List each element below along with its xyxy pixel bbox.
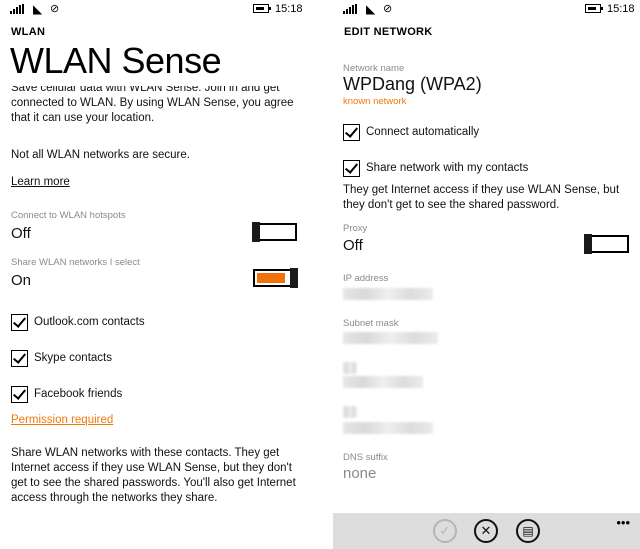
permission-required-link[interactable]: Permission required <box>11 414 113 426</box>
learn-more-link[interactable]: Learn more <box>11 176 70 188</box>
edit-network-screen: ◣ ⊘ 15:18 EDIT NETWORK Network name WPDa… <box>333 0 640 549</box>
clock: 15:18 <box>607 3 635 15</box>
dns-suffix-label: DNS suffix <box>343 452 388 463</box>
subnet-mask-field[interactable] <box>343 332 438 344</box>
page-title: WLAN Sense <box>10 40 222 81</box>
skype-contacts-checkbox[interactable] <box>11 350 28 367</box>
share-contacts-checkbox[interactable] <box>343 160 360 177</box>
redacted-field[interactable] <box>343 422 433 434</box>
toggle-knob <box>584 234 592 254</box>
warning-text: Not all WLAN networks are secure. <box>11 149 190 161</box>
facebook-friends-label: Facebook friends <box>34 388 123 400</box>
proxy-toggle[interactable] <box>584 234 629 254</box>
share-note: They get Internet access if they use WLA… <box>343 184 620 211</box>
breadcrumb: EDIT NETWORK <box>344 26 433 38</box>
share-label: Share WLAN networks I select <box>11 257 140 268</box>
redacted-label <box>343 406 357 418</box>
vibrate-off-icon: ⊘ <box>50 3 60 15</box>
share-contacts-label: Share network with my contacts <box>366 162 529 174</box>
wifi-icon: ◣ <box>366 2 376 16</box>
connect-auto-checkbox[interactable] <box>343 124 360 141</box>
facebook-friends-checkbox[interactable] <box>11 386 28 403</box>
intro-text: Save cellular data with WLAN Sense. Join… <box>11 86 294 124</box>
battery-icon <box>253 4 271 13</box>
vibrate-off-icon: ⊘ <box>383 3 393 15</box>
outlook-contacts-checkbox[interactable] <box>11 314 28 331</box>
network-name-label: Network name <box>343 63 405 74</box>
share-value: On <box>11 272 32 289</box>
subnet-mask-label: Subnet mask <box>343 318 399 329</box>
footer-text: Share WLAN networks with these contacts.… <box>11 447 296 504</box>
proxy-value: Off <box>343 237 363 254</box>
network-name: WPDang (WPA2) <box>343 74 482 94</box>
status-bar: ◣ ⊘ 15:18 <box>333 0 640 18</box>
wifi-icon: ◣ <box>33 2 43 16</box>
known-network-tag: known network <box>343 96 407 107</box>
proxy-label: Proxy <box>343 223 368 234</box>
ip-address-field[interactable] <box>343 288 433 300</box>
check-icon[interactable]: ✓ <box>433 519 457 543</box>
clock: 15:18 <box>275 3 303 15</box>
ip-address-label: IP address <box>343 273 389 284</box>
signal-icon <box>343 4 359 14</box>
breadcrumb: WLAN <box>11 26 46 38</box>
trash-icon[interactable]: ▤ <box>516 519 540 543</box>
redacted-field[interactable] <box>343 376 423 388</box>
toggle-knob <box>252 222 260 242</box>
hotspots-toggle[interactable] <box>252 222 297 242</box>
wlan-sense-screen: ◣ ⊘ 15:18 WLAN WLAN Sense Save cellular … <box>0 0 307 549</box>
redacted-label <box>343 362 357 374</box>
toggle-knob <box>290 268 298 288</box>
hotspots-value: Off <box>11 225 31 242</box>
dns-suffix-value[interactable]: none <box>343 465 376 482</box>
battery-icon <box>585 4 603 13</box>
screen-divider <box>307 0 333 549</box>
more-options-button[interactable]: ••• <box>616 515 630 530</box>
hotspots-label: Connect to WLAN hotspots <box>11 210 126 221</box>
toggle-fill <box>257 273 285 283</box>
status-bar: ◣ ⊘ 15:18 <box>0 0 307 18</box>
outlook-contacts-label: Outlook.com contacts <box>34 316 145 328</box>
signal-icon <box>10 4 26 14</box>
share-toggle[interactable] <box>253 268 298 288</box>
app-bar: ✓ ✕ ▤ ••• <box>333 513 640 549</box>
connect-auto-label: Connect automatically <box>366 126 480 138</box>
skype-contacts-label: Skype contacts <box>34 352 112 364</box>
close-icon[interactable]: ✕ <box>474 519 498 543</box>
